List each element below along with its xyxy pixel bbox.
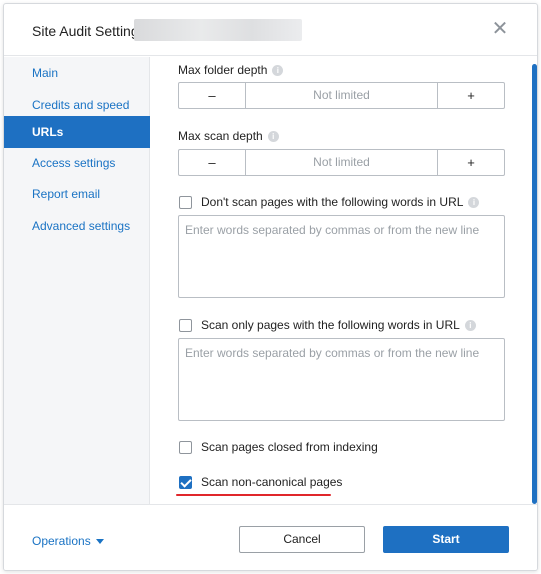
max-folder-depth-value[interactable]: Not limited xyxy=(246,83,437,108)
urls-settings-panel: Max folder depth i – Not limited + Max sc… xyxy=(151,57,531,504)
site-audit-settings-dialog: Site Audit Settings ✕ Main Credits and s… xyxy=(3,3,538,571)
start-button[interactable]: Start xyxy=(383,526,509,553)
operations-label: Operations xyxy=(32,534,91,548)
sidebar-item-report-email[interactable]: Report email xyxy=(4,178,150,210)
sidebar-item-main[interactable]: Main xyxy=(4,57,150,89)
chevron-down-icon xyxy=(95,538,104,544)
exclude-words-checkbox[interactable] xyxy=(179,195,192,209)
info-icon[interactable]: i xyxy=(464,319,476,331)
max-scan-depth-stepper: – Not limited + xyxy=(178,149,505,176)
max-folder-depth-stepper: – Not limited + xyxy=(178,82,505,109)
max-folder-depth-label: Max folder depth i xyxy=(178,63,284,77)
include-words-option[interactable]: Scan only pages with the following words… xyxy=(179,318,476,332)
content-scrollbar[interactable] xyxy=(532,64,537,504)
max-folder-depth-increment-button[interactable]: + xyxy=(437,83,504,108)
scrollbar-thumb[interactable] xyxy=(532,64,537,504)
dialog-title: Site Audit Settings xyxy=(32,23,146,39)
dialog-footer: Operations Cancel Start xyxy=(4,504,537,570)
closed-from-indexing-label: Scan pages closed from indexing xyxy=(201,440,378,454)
sidebar-item-access-settings[interactable]: Access settings xyxy=(4,147,150,179)
closed-from-indexing-option[interactable]: Scan pages closed from indexing xyxy=(179,440,378,454)
sidebar-item-urls[interactable]: URLs xyxy=(4,116,150,148)
max-scan-depth-label: Max scan depth i xyxy=(178,129,279,143)
non-canonical-checkbox[interactable] xyxy=(179,475,192,489)
closed-from-indexing-checkbox[interactable] xyxy=(179,440,192,454)
max-folder-depth-text: Max folder depth xyxy=(178,63,268,77)
operations-dropdown[interactable]: Operations xyxy=(32,534,104,548)
include-words-label: Scan only pages with the following words… xyxy=(201,318,460,332)
max-scan-depth-increment-button[interactable]: + xyxy=(437,150,504,175)
sidebar-item-advanced-settings[interactable]: Advanced settings xyxy=(4,210,150,242)
settings-sidebar: Main Credits and speed URLs Access setti… xyxy=(4,57,150,504)
max-scan-depth-value[interactable]: Not limited xyxy=(246,150,437,175)
max-folder-depth-decrement-button[interactable]: – xyxy=(179,83,246,108)
exclude-words-label: Don't scan pages with the following word… xyxy=(201,195,464,209)
include-words-textarea[interactable] xyxy=(178,338,505,421)
redacted-site-name xyxy=(134,19,302,41)
include-words-checkbox[interactable] xyxy=(179,318,192,332)
info-icon[interactable]: i xyxy=(267,131,279,143)
non-canonical-label: Scan non-canonical pages xyxy=(201,475,343,489)
exclude-words-textarea[interactable] xyxy=(178,215,505,298)
close-icon[interactable]: ✕ xyxy=(491,19,509,39)
info-icon[interactable]: i xyxy=(468,196,480,208)
cancel-button[interactable]: Cancel xyxy=(239,526,365,553)
max-scan-depth-decrement-button[interactable]: – xyxy=(179,150,246,175)
max-scan-depth-text: Max scan depth xyxy=(178,129,263,143)
non-canonical-option[interactable]: Scan non-canonical pages xyxy=(179,475,342,489)
dialog-header: Site Audit Settings ✕ xyxy=(4,4,537,56)
exclude-words-option[interactable]: Don't scan pages with the following word… xyxy=(179,195,480,209)
info-icon[interactable]: i xyxy=(272,65,284,77)
highlight-underline xyxy=(176,494,331,496)
